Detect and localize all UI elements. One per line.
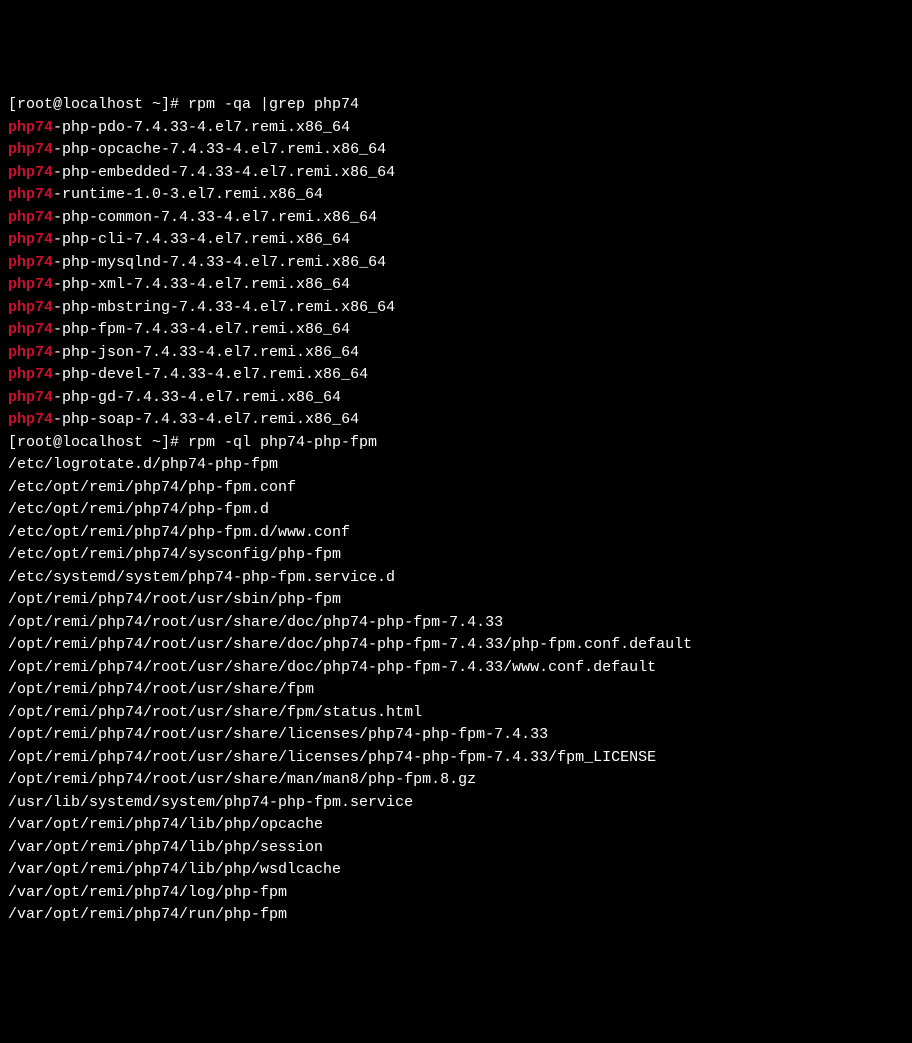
file-path: /etc/opt/remi/php74/php-fpm.d [8,501,269,518]
package-suffix: -php-common-7.4.33-4.el7.remi.x86_64 [53,209,377,226]
file-path: /var/opt/remi/php74/run/php-fpm [8,906,287,923]
package-line: php74-php-fpm-7.4.33-4.el7.remi.x86_64 [8,319,904,342]
package-suffix: -php-pdo-7.4.33-4.el7.remi.x86_64 [53,119,350,136]
file-path: /var/opt/remi/php74/lib/php/wsdlcache [8,861,341,878]
file-path-line: /etc/opt/remi/php74/php-fpm.d [8,499,904,522]
package-line: php74-runtime-1.0-3.el7.remi.x86_64 [8,184,904,207]
grep-match: php74 [8,164,53,181]
package-suffix: -php-gd-7.4.33-4.el7.remi.x86_64 [53,389,341,406]
file-path-line: /opt/remi/php74/root/usr/share/fpm [8,679,904,702]
file-path-line: /etc/opt/remi/php74/php-fpm.d/www.conf [8,522,904,545]
file-path-line: /etc/systemd/system/php74-php-fpm.servic… [8,567,904,590]
package-suffix: -php-fpm-7.4.33-4.el7.remi.x86_64 [53,321,350,338]
file-path: /etc/logrotate.d/php74-php-fpm [8,456,278,473]
package-suffix: -php-embedded-7.4.33-4.el7.remi.x86_64 [53,164,395,181]
grep-match: php74 [8,411,53,428]
package-line: php74-php-soap-7.4.33-4.el7.remi.x86_64 [8,409,904,432]
package-suffix: -php-xml-7.4.33-4.el7.remi.x86_64 [53,276,350,293]
file-path: /etc/opt/remi/php74/php-fpm.conf [8,479,296,496]
grep-match: php74 [8,141,53,158]
package-suffix: -php-mbstring-7.4.33-4.el7.remi.x86_64 [53,299,395,316]
file-path-line: /usr/lib/systemd/system/php74-php-fpm.se… [8,792,904,815]
package-suffix: -php-soap-7.4.33-4.el7.remi.x86_64 [53,411,359,428]
file-path: /usr/lib/systemd/system/php74-php-fpm.se… [8,794,413,811]
package-suffix: -php-opcache-7.4.33-4.el7.remi.x86_64 [53,141,386,158]
file-path-line: /opt/remi/php74/root/usr/sbin/php-fpm [8,589,904,612]
file-path-line: /etc/opt/remi/php74/sysconfig/php-fpm [8,544,904,567]
file-path-line: /var/opt/remi/php74/lib/php/opcache [8,814,904,837]
package-line: php74-php-common-7.4.33-4.el7.remi.x86_6… [8,207,904,230]
shell-prompt-line: [root@localhost ~]# rpm -ql php74-php-fp… [8,432,904,455]
grep-match: php74 [8,209,53,226]
file-path-line: /opt/remi/php74/root/usr/share/man/man8/… [8,769,904,792]
package-line: php74-php-gd-7.4.33-4.el7.remi.x86_64 [8,387,904,410]
file-path: /opt/remi/php74/root/usr/sbin/php-fpm [8,591,341,608]
file-path: /opt/remi/php74/root/usr/share/licenses/… [8,749,656,766]
file-path: /var/opt/remi/php74/lib/php/session [8,839,323,856]
package-line: php74-php-pdo-7.4.33-4.el7.remi.x86_64 [8,117,904,140]
file-path: /etc/opt/remi/php74/sysconfig/php-fpm [8,546,341,563]
file-path: /opt/remi/php74/root/usr/share/man/man8/… [8,771,476,788]
file-path-line: /opt/remi/php74/root/usr/share/doc/php74… [8,634,904,657]
file-path-line: /etc/opt/remi/php74/php-fpm.conf [8,477,904,500]
file-path: /var/opt/remi/php74/lib/php/opcache [8,816,323,833]
package-suffix: -php-mysqlnd-7.4.33-4.el7.remi.x86_64 [53,254,386,271]
file-path: /etc/systemd/system/php74-php-fpm.servic… [8,569,395,586]
grep-match: php74 [8,276,53,293]
package-line: php74-php-cli-7.4.33-4.el7.remi.x86_64 [8,229,904,252]
file-path: /opt/remi/php74/root/usr/share/doc/php74… [8,659,656,676]
package-line: php74-php-mysqlnd-7.4.33-4.el7.remi.x86_… [8,252,904,275]
package-suffix: -php-cli-7.4.33-4.el7.remi.x86_64 [53,231,350,248]
package-suffix: -php-json-7.4.33-4.el7.remi.x86_64 [53,344,359,361]
file-path-line: /opt/remi/php74/root/usr/share/licenses/… [8,724,904,747]
grep-match: php74 [8,119,53,136]
file-path: /opt/remi/php74/root/usr/share/doc/php74… [8,636,692,653]
shell-prompt: [root@localhost ~]# rpm -qa |grep php74 [8,96,359,113]
file-path-line: /opt/remi/php74/root/usr/share/fpm/statu… [8,702,904,725]
grep-match: php74 [8,254,53,271]
package-line: php74-php-json-7.4.33-4.el7.remi.x86_64 [8,342,904,365]
grep-match: php74 [8,299,53,316]
package-line: php74-php-xml-7.4.33-4.el7.remi.x86_64 [8,274,904,297]
file-path-line: /opt/remi/php74/root/usr/share/doc/php74… [8,657,904,680]
package-line: php74-php-embedded-7.4.33-4.el7.remi.x86… [8,162,904,185]
package-suffix: -php-devel-7.4.33-4.el7.remi.x86_64 [53,366,368,383]
file-path-line: /etc/logrotate.d/php74-php-fpm [8,454,904,477]
file-path-line: /var/opt/remi/php74/lib/php/session [8,837,904,860]
file-path: /opt/remi/php74/root/usr/share/fpm [8,681,314,698]
file-path-line: /var/opt/remi/php74/run/php-fpm [8,904,904,927]
grep-match: php74 [8,366,53,383]
package-line: php74-php-opcache-7.4.33-4.el7.remi.x86_… [8,139,904,162]
file-path: /opt/remi/php74/root/usr/share/doc/php74… [8,614,503,631]
shell-prompt: [root@localhost ~]# rpm -ql php74-php-fp… [8,434,377,451]
package-line: php74-php-mbstring-7.4.33-4.el7.remi.x86… [8,297,904,320]
grep-match: php74 [8,389,53,406]
grep-match: php74 [8,186,53,203]
file-path: /opt/remi/php74/root/usr/share/fpm/statu… [8,704,422,721]
grep-match: php74 [8,231,53,248]
file-path-line: /var/opt/remi/php74/log/php-fpm [8,882,904,905]
shell-prompt-line: [root@localhost ~]# rpm -qa |grep php74 [8,94,904,117]
grep-match: php74 [8,321,53,338]
file-path-line: /opt/remi/php74/root/usr/share/doc/php74… [8,612,904,635]
grep-match: php74 [8,344,53,361]
file-path-line: /opt/remi/php74/root/usr/share/licenses/… [8,747,904,770]
terminal-output[interactable]: [root@localhost ~]# rpm -qa |grep php74 p… [8,94,904,927]
file-path-line: /var/opt/remi/php74/lib/php/wsdlcache [8,859,904,882]
package-suffix: -runtime-1.0-3.el7.remi.x86_64 [53,186,323,203]
file-path: /opt/remi/php74/root/usr/share/licenses/… [8,726,548,743]
package-line: php74-php-devel-7.4.33-4.el7.remi.x86_64 [8,364,904,387]
file-path: /etc/opt/remi/php74/php-fpm.d/www.conf [8,524,350,541]
file-path: /var/opt/remi/php74/log/php-fpm [8,884,287,901]
